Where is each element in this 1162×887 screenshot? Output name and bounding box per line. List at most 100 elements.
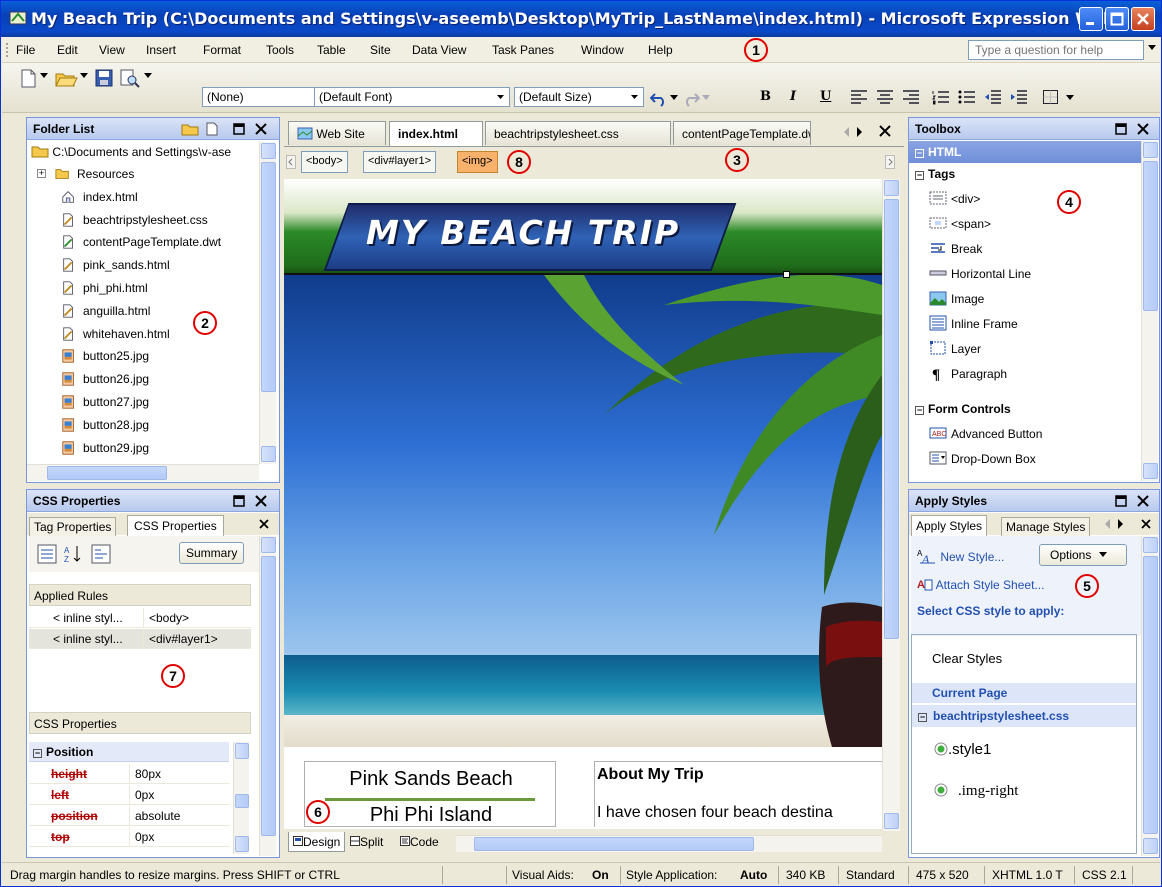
- current-page-group[interactable]: Current Page: [912, 683, 1136, 703]
- chevron-down-icon[interactable]: [1066, 95, 1074, 117]
- collapse-icon[interactable]: −: [915, 406, 924, 415]
- property-group-position[interactable]: − Position: [29, 742, 229, 762]
- scroll-down-arrow[interactable]: [235, 836, 249, 852]
- scroll-thumb[interactable]: [1143, 161, 1158, 311]
- css-property-row[interactable]: height 80px: [29, 764, 229, 784]
- font-combo[interactable]: (Default Font): [314, 87, 510, 107]
- maximize-pane-icon[interactable]: [1115, 123, 1127, 135]
- scroll-up-arrow[interactable]: [261, 143, 276, 159]
- folder-list-hscroll[interactable]: [27, 464, 259, 481]
- numbered-list-icon[interactable]: [932, 89, 950, 111]
- sort-az-icon[interactable]: AZ: [63, 544, 83, 564]
- nav-link-pink-sands[interactable]: Pink Sands Beach: [305, 768, 557, 791]
- chevron-down-icon[interactable]: [80, 73, 88, 95]
- underline-button[interactable]: U: [820, 89, 831, 104]
- undo-icon[interactable]: [650, 91, 668, 113]
- breadcrumb-div-layer1[interactable]: <div#layer1>: [363, 151, 436, 173]
- redo-icon[interactable]: [682, 91, 700, 113]
- summary-button[interactable]: Summary: [179, 542, 245, 564]
- close-icon[interactable]: [879, 125, 891, 137]
- chevron-down-icon[interactable]: [702, 95, 710, 117]
- tab-scroll-arrows-icon[interactable]: [1105, 519, 1129, 529]
- menu-insert[interactable]: Insert: [146, 43, 176, 57]
- maximize-pane-icon[interactable]: [1115, 495, 1127, 507]
- style-application-value[interactable]: Auto: [740, 868, 767, 882]
- stylesheet-group[interactable]: − beachtripstylesheet.css: [912, 705, 1136, 727]
- collapse-icon[interactable]: −: [918, 713, 927, 722]
- design-canvas[interactable]: MY BEACH TRIP Pink Sands Beach Phi Phi I…: [284, 179, 882, 829]
- chevron-down-icon[interactable]: [494, 90, 507, 104]
- html-section-header[interactable]: − HTML: [909, 141, 1141, 163]
- scroll-down-arrow[interactable]: [884, 813, 899, 829]
- tab-web-site[interactable]: Web Site: [288, 121, 386, 145]
- scroll-up-arrow[interactable]: [1143, 142, 1158, 158]
- save-icon[interactable]: [94, 67, 114, 89]
- scroll-left-arrow[interactable]: [286, 155, 296, 169]
- rendering-mode[interactable]: Standard: [846, 868, 895, 882]
- canvas-vscroll[interactable]: [882, 179, 900, 831]
- tab-scroll-arrows-icon[interactable]: [843, 126, 871, 138]
- scroll-down-arrow[interactable]: [261, 446, 276, 462]
- applied-rule-row[interactable]: < inline styl... <div#layer1>: [29, 629, 251, 649]
- menu-help[interactable]: Help: [648, 43, 673, 57]
- bulleted-list-icon[interactable]: [958, 89, 976, 111]
- scroll-down-arrow[interactable]: [1143, 838, 1158, 854]
- size-combo[interactable]: (Default Size): [514, 87, 644, 107]
- css-property-row[interactable]: top 0px: [29, 827, 229, 847]
- canvas-hscroll[interactable]: [456, 835, 882, 852]
- menu-edit[interactable]: Edit: [57, 43, 78, 57]
- tab-tag-properties[interactable]: Tag Properties: [29, 517, 117, 536]
- style-item-style1[interactable]: .style1: [934, 741, 991, 758]
- close-icon[interactable]: [1137, 495, 1149, 507]
- expand-icon[interactable]: +: [37, 169, 46, 178]
- menu-file[interactable]: File: [16, 43, 35, 57]
- scroll-right-arrow[interactable]: [885, 155, 895, 169]
- menu-table[interactable]: Table: [317, 43, 346, 57]
- categorized-view-icon[interactable]: [37, 544, 57, 564]
- new-page-icon[interactable]: [205, 122, 219, 136]
- menu-view[interactable]: View: [99, 43, 125, 57]
- css-property-row[interactable]: position absolute: [29, 806, 229, 826]
- scroll-thumb[interactable]: [1143, 556, 1158, 834]
- close-icon[interactable]: [1141, 519, 1151, 529]
- menu-format[interactable]: Format: [203, 43, 241, 57]
- maximize-pane-icon[interactable]: [233, 123, 245, 135]
- align-left-icon[interactable]: [850, 89, 868, 111]
- close-icon[interactable]: [259, 519, 269, 529]
- scroll-thumb[interactable]: [261, 162, 276, 392]
- decrease-indent-icon[interactable]: [984, 89, 1002, 111]
- close-icon[interactable]: [255, 123, 267, 135]
- minimize-button[interactable]: [1079, 7, 1103, 31]
- scroll-thumb[interactable]: [235, 794, 249, 808]
- tab-css-properties[interactable]: CSS Properties: [127, 515, 224, 536]
- show-set-properties-icon[interactable]: [91, 544, 111, 564]
- menu-grip[interactable]: [6, 43, 9, 57]
- menu-window[interactable]: Window: [581, 43, 624, 57]
- scroll-up-arrow[interactable]: [235, 743, 249, 759]
- form-controls-header[interactable]: − Form Controls: [915, 402, 1011, 416]
- menu-tools[interactable]: Tools: [266, 43, 294, 57]
- view-tab-code[interactable]: Code: [396, 832, 443, 852]
- folder-root[interactable]: C:\Documents and Settings\v-ase: [31, 144, 259, 159]
- page-dimensions[interactable]: 475 x 520: [916, 868, 969, 882]
- italic-button[interactable]: I: [790, 89, 796, 104]
- align-right-icon[interactable]: [902, 89, 920, 111]
- close-icon[interactable]: [1137, 123, 1149, 135]
- applied-rule-row[interactable]: < inline styl... <body>: [29, 608, 251, 628]
- tab-template[interactable]: contentPageTemplate.dwt: [673, 121, 811, 145]
- collapse-icon[interactable]: −: [915, 149, 924, 158]
- tab-apply-styles[interactable]: Apply Styles: [911, 515, 988, 536]
- breadcrumb-body[interactable]: <body>: [301, 151, 348, 173]
- options-button[interactable]: Options: [1039, 544, 1127, 566]
- breadcrumb-img[interactable]: <img>: [457, 151, 498, 173]
- borders-icon[interactable]: [1042, 89, 1060, 111]
- scroll-thumb[interactable]: [884, 199, 899, 639]
- style-application-label[interactable]: Style Application:: [626, 868, 717, 882]
- chevron-down-icon[interactable]: [144, 73, 152, 95]
- css-property-row[interactable]: left 0px: [29, 785, 229, 805]
- chevron-down-icon[interactable]: [40, 73, 48, 95]
- scroll-thumb[interactable]: [47, 466, 167, 480]
- tags-section-header[interactable]: − Tags: [915, 167, 955, 181]
- close-button[interactable]: [1131, 7, 1155, 31]
- apply-styles-vscroll[interactable]: [1141, 536, 1158, 856]
